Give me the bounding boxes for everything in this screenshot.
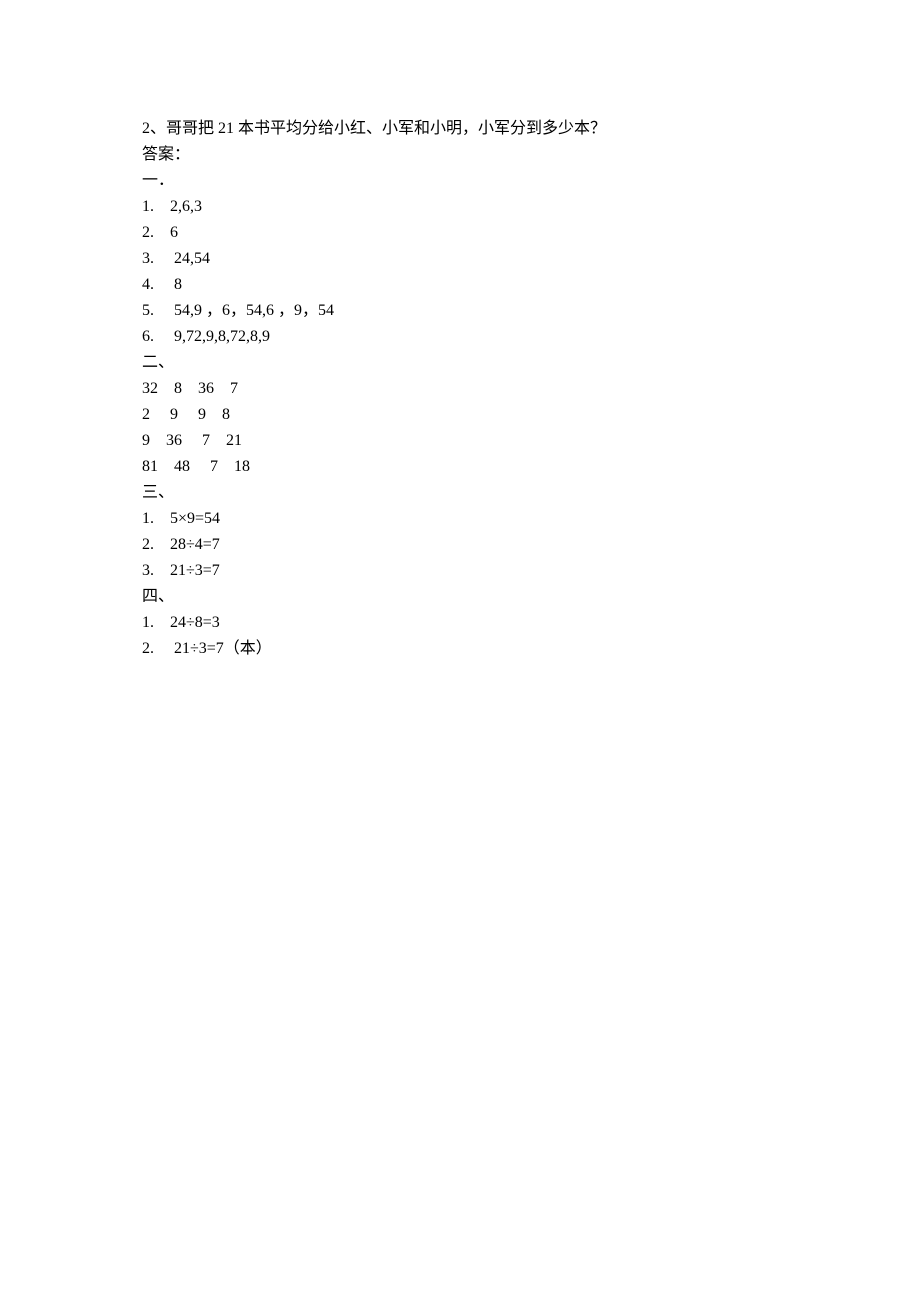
section-2-row-2: 2 9 9 8 — [142, 402, 778, 428]
section-3-item-2: 2. 28÷4=7 — [142, 532, 778, 558]
section-4-item-1: 1. 24÷8=3 — [142, 610, 778, 636]
section-2-row-4: 81 48 7 18 — [142, 454, 778, 480]
section-1-item-2: 2. 6 — [142, 220, 778, 246]
section-3-item-3: 3. 21÷3=7 — [142, 558, 778, 584]
section-1-item-5: 5. 54,9 ，6，54,6 ，9，54 — [142, 298, 778, 324]
section-1-item-1: 1. 2,6,3 — [142, 194, 778, 220]
section-2-header: 二、 — [142, 350, 778, 376]
section-3-header: 三、 — [142, 480, 778, 506]
section-1-item-6: 6. 9,72,9,8,72,8,9 — [142, 324, 778, 350]
section-1-item-3: 3. 24,54 — [142, 246, 778, 272]
section-2-row-1: 32 8 36 7 — [142, 376, 778, 402]
section-4-item-2: 2. 21÷3=7（本） — [142, 636, 778, 662]
section-4-header: 四、 — [142, 584, 778, 610]
section-1-item-4: 4. 8 — [142, 272, 778, 298]
answers-label: 答案： — [142, 142, 778, 168]
section-1-header: 一． — [142, 168, 778, 194]
section-2-row-3: 9 36 7 21 — [142, 428, 778, 454]
section-3-item-1: 1. 5×9=54 — [142, 506, 778, 532]
question-2: 2、哥哥把 21 本书平均分给小红、小军和小明，小军分到多少本？ — [142, 116, 778, 142]
